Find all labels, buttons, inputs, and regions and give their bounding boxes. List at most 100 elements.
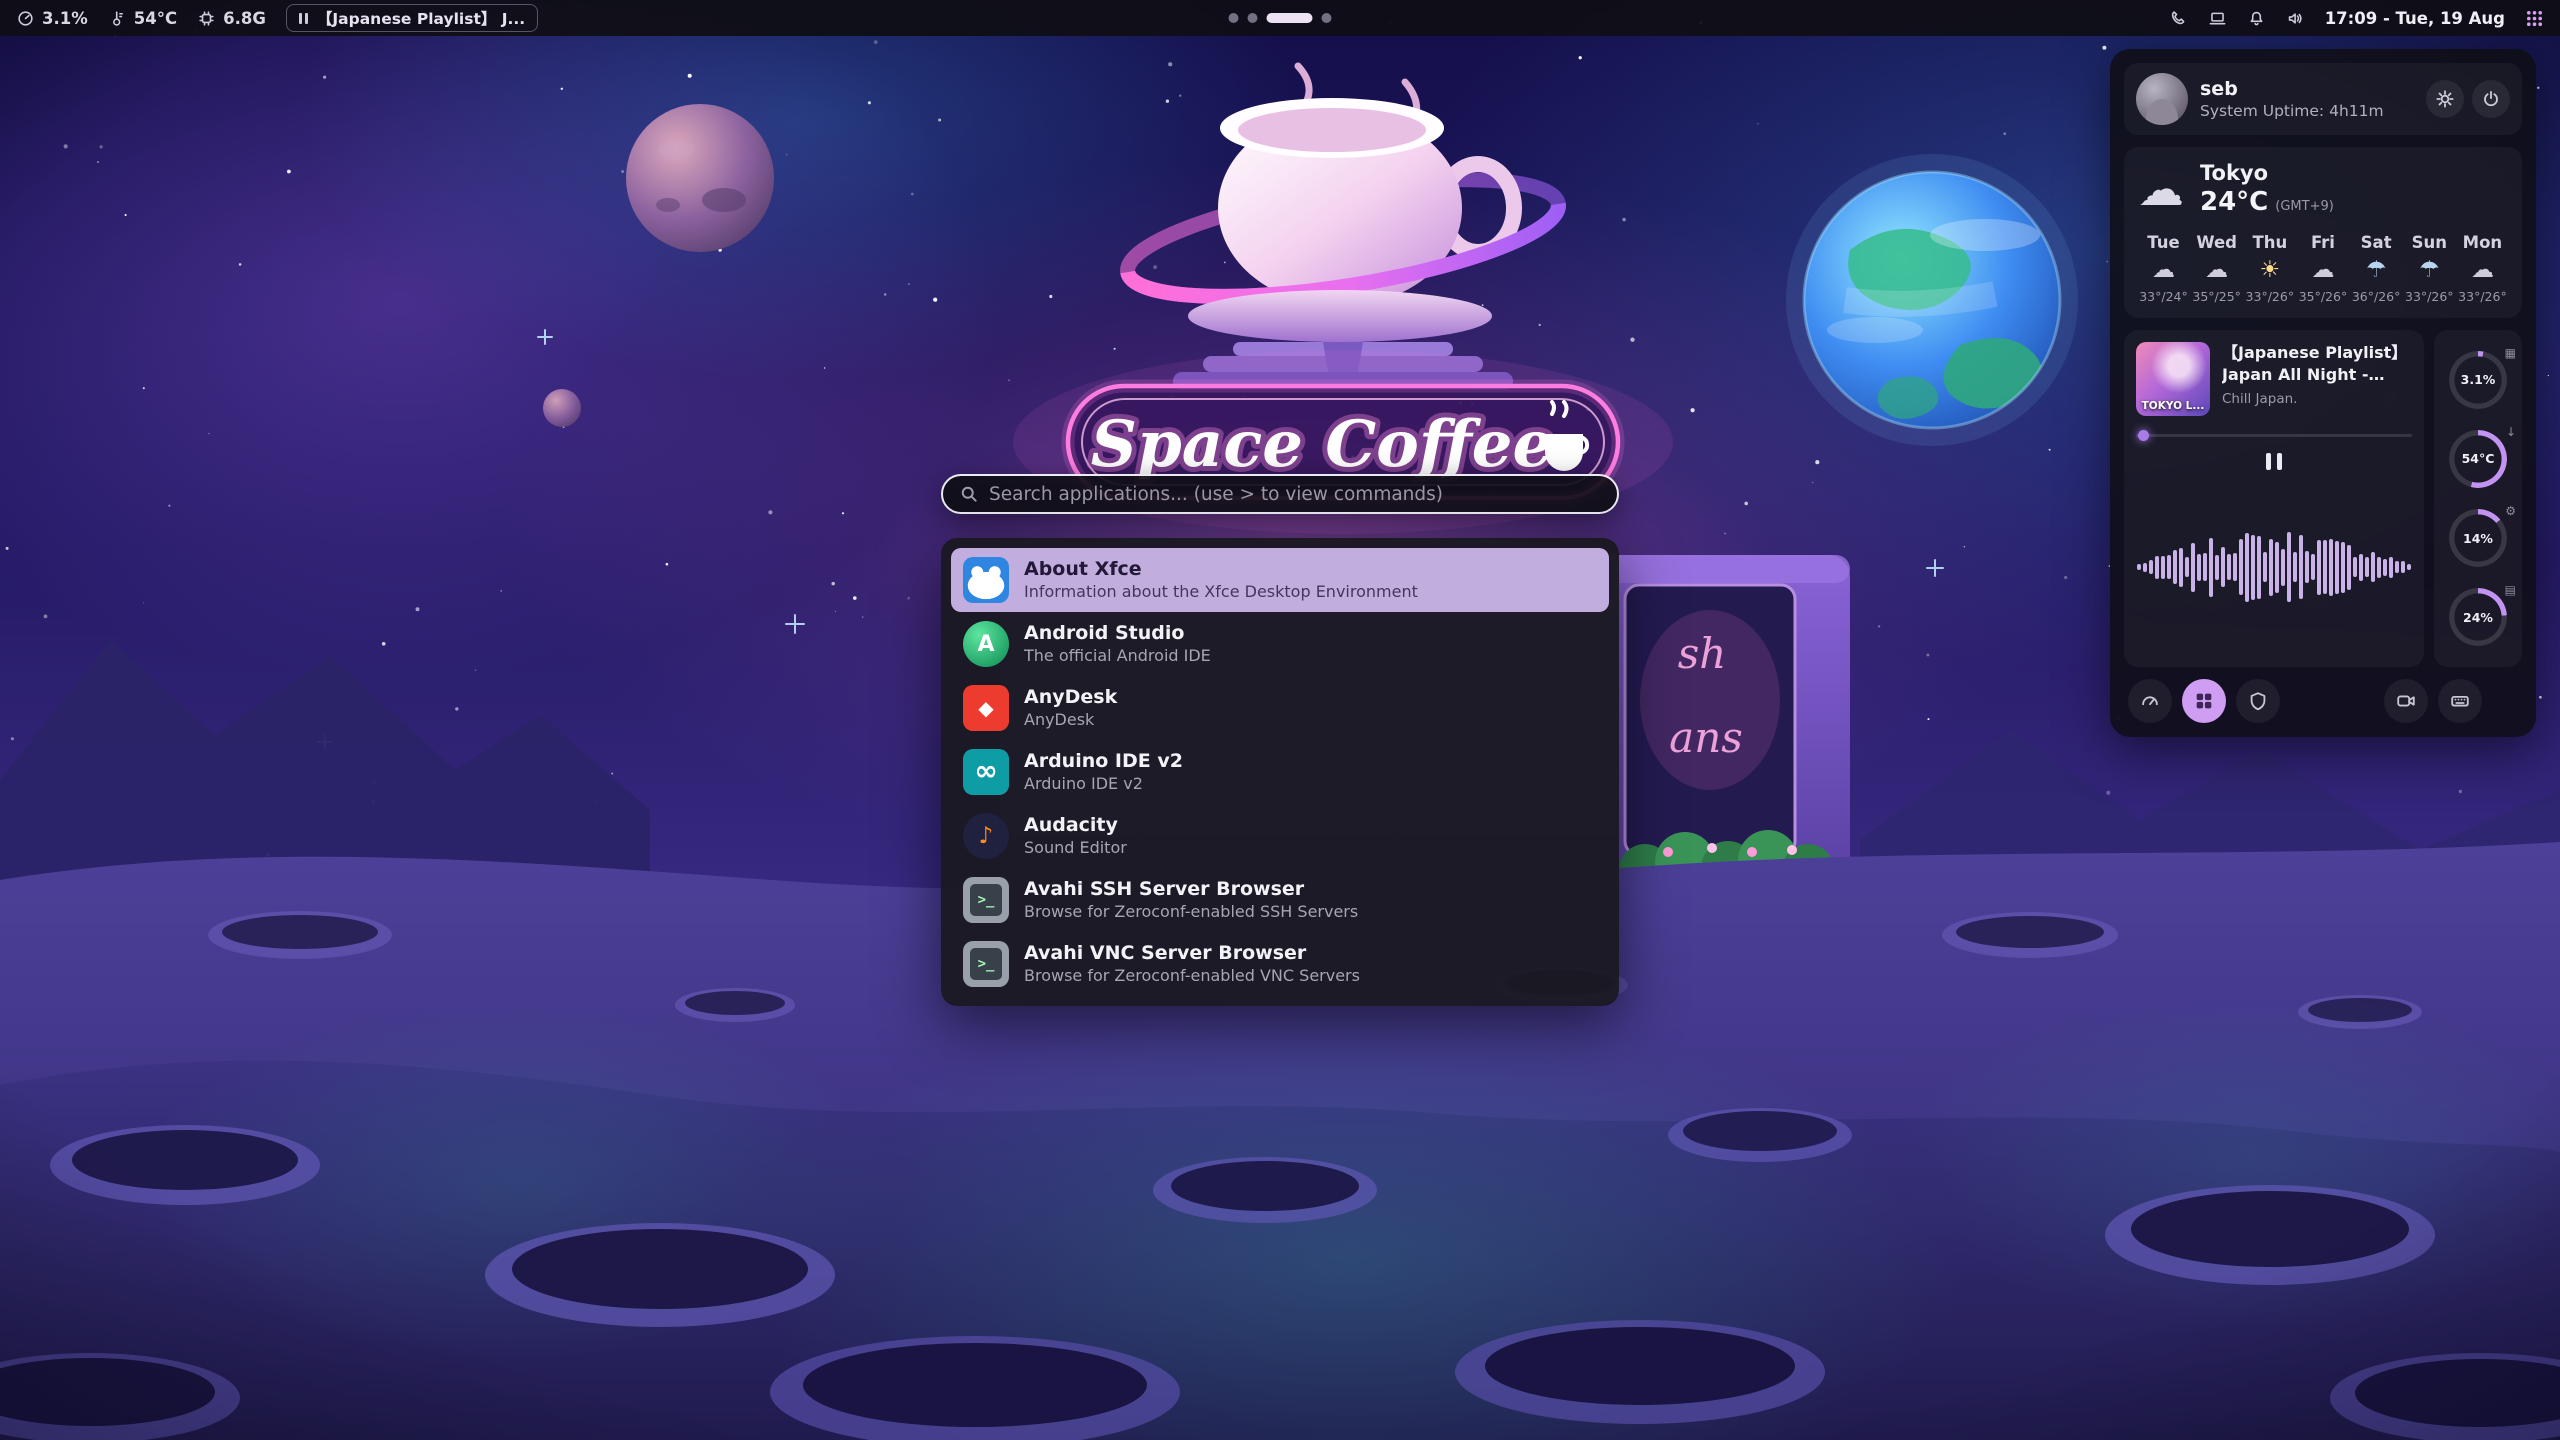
keyboard-icon: [2449, 690, 2471, 712]
control-sidebar: seb System Uptime: 4h11m ☁ Tokyo 24°C: [2110, 49, 2536, 737]
laptop-icon[interactable]: [2208, 9, 2227, 28]
app-description: Information about the Xfce Desktop Envir…: [1024, 582, 1418, 602]
dashboard-button[interactable]: [2128, 679, 2172, 723]
track-progress[interactable]: [2136, 428, 2412, 442]
forecast-day: Sun ☂ 33°/26°: [2404, 233, 2455, 304]
forecast-day-label: Fri: [2311, 233, 2335, 252]
forecast-day-label: Mon: [2463, 233, 2503, 252]
cloudy-icon: ☁: [2205, 259, 2228, 282]
forecast-day: Thu ☀ 33°/26°: [2244, 233, 2295, 304]
forecast-temps: 33°/26°: [2246, 289, 2295, 304]
system-gauge: 3.1% ▦: [2449, 351, 2507, 409]
progress-handle[interactable]: [2138, 430, 2149, 441]
user-name: seb: [2200, 78, 2384, 100]
waveform: [2136, 479, 2412, 655]
app-description: The official Android IDE: [1024, 646, 1211, 666]
app-name: Audacity: [1024, 814, 1127, 838]
app-list-item[interactable]: Audacity Sound Editor: [951, 804, 1609, 868]
memory-icon: ⚙: [2505, 504, 2516, 518]
temperature-value: 54°C: [134, 9, 177, 28]
rain-icon: ☂: [2419, 259, 2440, 282]
track-title: 【Japanese Playlist】 Japan All Night - To…: [2222, 342, 2412, 385]
power-icon: [2481, 89, 2501, 109]
app-description: Sound Editor: [1024, 838, 1127, 858]
app-description: AnyDesk: [1024, 710, 1117, 730]
anydesk-icon: [963, 685, 1009, 731]
app-grid-icon[interactable]: [2525, 9, 2544, 28]
forecast-day: Mon ☁ 33°/26°: [2457, 233, 2508, 304]
forecast-temps: 35°/26°: [2299, 289, 2348, 304]
sunny-icon: ☀: [2260, 259, 2281, 282]
forecast-temps: 33°/26°: [2405, 289, 2454, 304]
system-gauge: 24% ▤: [2449, 588, 2507, 646]
app-list-item[interactable]: AnyDesk AnyDesk: [951, 676, 1609, 740]
workspace-dot[interactable]: [1322, 13, 1332, 23]
settings-button[interactable]: [2426, 80, 2464, 118]
gauge-value: 24%: [2449, 588, 2507, 646]
app-list-item[interactable]: Avahi VNC Server Browser Browse for Zero…: [951, 932, 1609, 996]
bell-icon[interactable]: [2247, 9, 2266, 28]
topbar: 3.1% 54°C 6.8G 【Japanese Playlist】 J...: [0, 0, 2560, 36]
weather-city: Tokyo: [2200, 161, 2334, 185]
search-icon: [959, 484, 979, 504]
power-button[interactable]: [2472, 80, 2510, 118]
phone-icon[interactable]: [2169, 9, 2188, 28]
app-name: Avahi SSH Server Browser: [1024, 878, 1358, 902]
keyboard-button[interactable]: [2438, 679, 2482, 723]
android-studio-icon: [963, 621, 1009, 667]
memory-usage[interactable]: 6.8G: [197, 9, 266, 28]
disk-icon: ▤: [2505, 583, 2516, 597]
forecast-day: Sat ☂ 36°/26°: [2351, 233, 2402, 304]
grid-icon: [2193, 690, 2215, 712]
forecast-day-label: Sat: [2361, 233, 2392, 252]
system-uptime: System Uptime: 4h11m: [2200, 102, 2384, 120]
app-list-item[interactable]: Avahi SSH Server Browser Browse for Zero…: [951, 868, 1609, 932]
cpu-gauge-icon: [16, 9, 35, 28]
forecast-day-label: Wed: [2196, 233, 2237, 252]
system-gauge: 54°C ↓: [2449, 430, 2507, 488]
forecast-day: Tue ☁ 33°/24°: [2138, 233, 2189, 304]
app-launcher-button[interactable]: [2182, 679, 2226, 723]
screen-record-button[interactable]: [2384, 679, 2428, 723]
pause-icon: [299, 13, 308, 24]
cpu-usage-value: 3.1%: [42, 9, 88, 28]
weather-timezone: (GMT+9): [2275, 199, 2334, 214]
workspace-dot[interactable]: [1229, 13, 1239, 23]
track-subtitle: Chill Japan.: [2222, 391, 2412, 407]
app-launcher: About Xfce Information about the Xfce De…: [941, 474, 1619, 1006]
workspace-dot[interactable]: [1267, 13, 1313, 23]
user-card: seb System Uptime: 4h11m: [2124, 63, 2522, 135]
xfce-logo-icon: [963, 557, 1009, 603]
system-gauge: 14% ⚙: [2449, 509, 2507, 567]
now-playing-pill[interactable]: 【Japanese Playlist】 J...: [286, 4, 538, 32]
forecast-day-label: Sun: [2412, 233, 2447, 252]
app-list-item[interactable]: About Xfce Information about the Xfce De…: [951, 548, 1609, 612]
forecast-temps: 36°/26°: [2352, 289, 2401, 304]
audacity-icon: [963, 813, 1009, 859]
temperature-indicator[interactable]: 54°C: [108, 9, 177, 28]
workspace-indicator: [1229, 0, 1332, 36]
play-pause-button[interactable]: [2261, 448, 2287, 475]
app-list-item[interactable]: Arduino IDE v2 Arduino IDE v2: [951, 740, 1609, 804]
search-input[interactable]: [989, 484, 1601, 505]
volume-icon[interactable]: [2286, 9, 2305, 28]
now-playing-text: 【Japanese Playlist】 J...: [317, 7, 525, 29]
forecast-temps: 33°/26°: [2458, 289, 2507, 304]
avahi-icon: [963, 941, 1009, 987]
clock[interactable]: 17:09 - Tue, 19 Aug: [2325, 9, 2505, 28]
shield-icon: [2247, 690, 2269, 712]
cpu-usage[interactable]: 3.1%: [16, 9, 88, 28]
temperature-icon: ↓: [2506, 425, 2516, 439]
rain-icon: ☂: [2366, 259, 2387, 282]
media-section: TOKYO L... 【Japanese Playlist】 Japan All…: [2124, 330, 2522, 667]
workspace-dot[interactable]: [1248, 13, 1258, 23]
speedometer-icon: [2139, 690, 2161, 712]
cpu-icon: ▦: [2505, 346, 2516, 360]
search-box[interactable]: [941, 474, 1619, 514]
app-name: About Xfce: [1024, 558, 1418, 582]
app-name: AnyDesk: [1024, 686, 1117, 710]
cloud-icon: ☁: [2138, 166, 2184, 212]
security-button[interactable]: [2236, 679, 2280, 723]
app-name: Avahi VNC Server Browser: [1024, 942, 1360, 966]
app-list-item[interactable]: Android Studio The official Android IDE: [951, 612, 1609, 676]
